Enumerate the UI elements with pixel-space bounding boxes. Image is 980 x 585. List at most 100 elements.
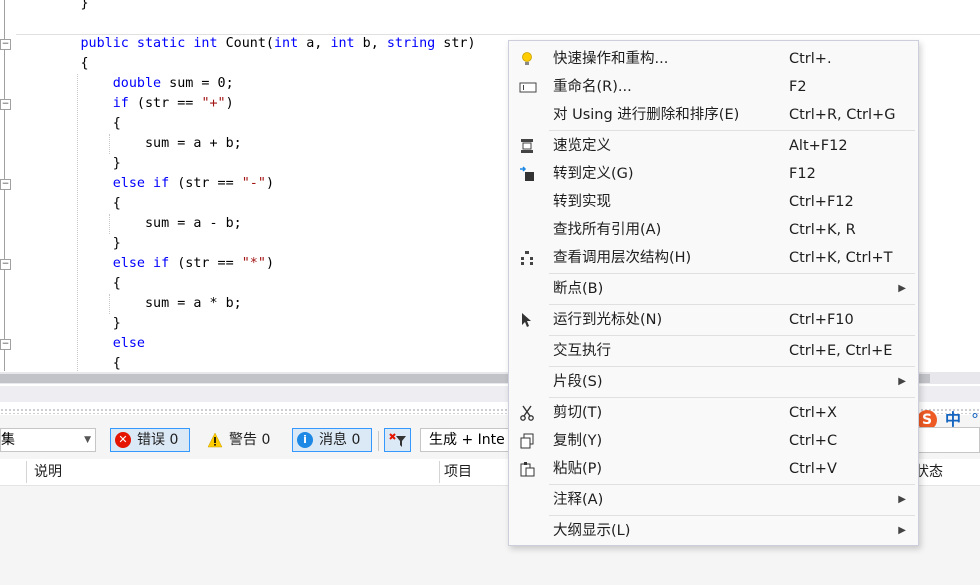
collapse-toggle[interactable]: −: [0, 39, 11, 50]
scope-dropdown[interactable]: 集 ▼: [0, 428, 96, 452]
rename-icon: [519, 79, 537, 95]
code-line[interactable]: else if (str == "*"): [16, 254, 274, 274]
menu-item-label: 速览定义: [553, 138, 611, 154]
code-line[interactable]: }: [16, 234, 121, 254]
code-token: b,: [354, 36, 387, 51]
menu-item-breakpoint[interactable]: 断点(B) ▶: [509, 275, 918, 303]
toolbar-separator: [378, 431, 379, 451]
code-line[interactable]: {: [16, 54, 88, 74]
code-line[interactable]: {: [16, 354, 121, 371]
menu-item-copy[interactable]: 复制(Y) Ctrl+C: [509, 427, 918, 455]
menu-item-outlining[interactable]: 大纲显示(L) ▶: [509, 517, 918, 545]
scissors-icon: [519, 405, 535, 421]
keyword-token: int: [330, 36, 355, 51]
menu-item-snippet[interactable]: 片段(S) ▶: [509, 368, 918, 396]
code-token: sum = a + b;: [16, 136, 242, 151]
code-token: (str ==: [169, 256, 242, 271]
menu-item-go-to-definition[interactable]: 转到定义(G) F12: [509, 160, 918, 188]
code-line[interactable]: }: [16, 0, 88, 14]
code-line[interactable]: }: [16, 314, 121, 334]
outline-margin: − − − − −: [0, 0, 16, 371]
code-line[interactable]: double sum = 0;: [16, 74, 234, 94]
menu-item-go-to-implementation[interactable]: 转到实现 Ctrl+F12: [509, 188, 918, 216]
menu-item-label: 快速操作和重构...: [553, 51, 669, 67]
column-divider[interactable]: [439, 461, 440, 483]
code-line[interactable]: sum = a - b;: [16, 214, 242, 234]
info-icon: i: [297, 432, 313, 448]
keyword-token: else if: [112, 256, 170, 271]
menu-item-shortcut: F2: [789, 79, 807, 95]
keyword-token: if: [112, 96, 129, 111]
menu-item-shortcut: Ctrl+V: [789, 461, 837, 477]
menu-item-quick-actions[interactable]: 快速操作和重构... Ctrl+.: [509, 45, 918, 73]
warnings-filter-button[interactable]: 警告 0: [202, 428, 282, 452]
code-line[interactable]: sum = a + b;: [16, 134, 242, 154]
code-line[interactable]: sum = a * b;: [16, 294, 242, 314]
menu-item-label: 交互执行: [553, 343, 611, 359]
call-hierarchy-icon: [519, 250, 535, 266]
menu-item-shortcut: Ctrl+X: [789, 405, 837, 421]
menu-item-label: 对 Using 进行删除和排序(E): [553, 107, 740, 123]
paste-icon: [519, 461, 535, 477]
menu-item-find-all-references[interactable]: 查找所有引用(A) Ctrl+K, R: [509, 216, 918, 244]
menu-item-view-call-hierarchy[interactable]: 查看调用层次结构(H) Ctrl+K, Ctrl+T: [509, 244, 918, 272]
code-line[interactable]: else if (str == "-"): [16, 174, 274, 194]
code-token: {: [16, 356, 121, 371]
filter-button[interactable]: [384, 428, 411, 452]
code-line[interactable]: }: [16, 154, 121, 174]
code-token: (str ==: [128, 96, 202, 111]
menu-item-label: 粘贴(P): [553, 461, 603, 477]
menu-item-execute-interactive[interactable]: 交互执行 Ctrl+E, Ctrl+E: [509, 337, 918, 365]
menu-item-paste[interactable]: 粘贴(P) Ctrl+V: [509, 455, 918, 483]
menu-item-label: 运行到光标处(N): [553, 312, 663, 328]
collapse-toggle[interactable]: −: [0, 339, 11, 350]
code-token: {: [16, 276, 121, 291]
menu-item-rename[interactable]: 重命名(R)... F2: [509, 73, 918, 101]
code-line[interactable]: if (str == "+"): [16, 94, 234, 114]
menu-item-label: 断点(B): [553, 281, 604, 297]
menu-item-cut[interactable]: 剪切(T) Ctrl+X: [509, 399, 918, 427]
code-line[interactable]: public static int Count(int a, int b, st…: [16, 34, 476, 54]
collapse-toggle[interactable]: −: [0, 99, 11, 110]
menu-item-run-to-cursor[interactable]: 运行到光标处(N) Ctrl+F10: [509, 306, 918, 334]
string-token: "+": [201, 96, 226, 111]
column-description[interactable]: 说明: [34, 459, 62, 485]
menu-item-comment[interactable]: 注释(A) ▶: [509, 486, 918, 514]
menu-item-shortcut: Ctrl+F12: [789, 194, 854, 210]
code-line[interactable]: else: [16, 334, 145, 354]
build-filter-value: 生成 + Inte: [429, 432, 505, 448]
collapse-toggle[interactable]: −: [0, 179, 11, 190]
code-line[interactable]: {: [16, 274, 121, 294]
column-divider[interactable]: [26, 461, 27, 483]
cursor-icon: [519, 312, 535, 328]
lightbulb-icon: [519, 51, 535, 67]
column-project[interactable]: 项目: [444, 459, 472, 485]
menu-item-shortcut: Alt+F12: [789, 138, 848, 154]
code-line[interactable]: {: [16, 194, 121, 214]
menu-item-label: 剪切(T): [553, 405, 603, 421]
menu-item-peek-definition[interactable]: 速览定义 Alt+F12: [509, 132, 918, 160]
errors-filter-button[interactable]: ✕ 错误 0: [110, 428, 190, 452]
messages-filter-button[interactable]: i 消息 0: [292, 428, 372, 452]
filter-icon: [389, 432, 407, 455]
string-token: "*": [241, 256, 266, 271]
menu-separator: [549, 366, 915, 367]
code-token: {: [16, 196, 121, 211]
submenu-arrow-icon: ▶: [898, 494, 906, 505]
code-line[interactable]: {: [16, 114, 121, 134]
column-status[interactable]: 状态: [915, 459, 943, 485]
menu-item-remove-sort-usings[interactable]: 对 Using 进行删除和排序(E) Ctrl+R, Ctrl+G: [509, 101, 918, 129]
copy-icon: [519, 433, 535, 449]
collapse-toggle[interactable]: −: [0, 259, 11, 270]
search-error-list-input[interactable]: [915, 427, 980, 453]
menu-item-label: 查看调用层次结构(H): [553, 250, 692, 266]
messages-label: 消息 0: [319, 432, 361, 448]
warnings-label: 警告 0: [229, 432, 271, 448]
keyword-token: else: [112, 336, 145, 351]
